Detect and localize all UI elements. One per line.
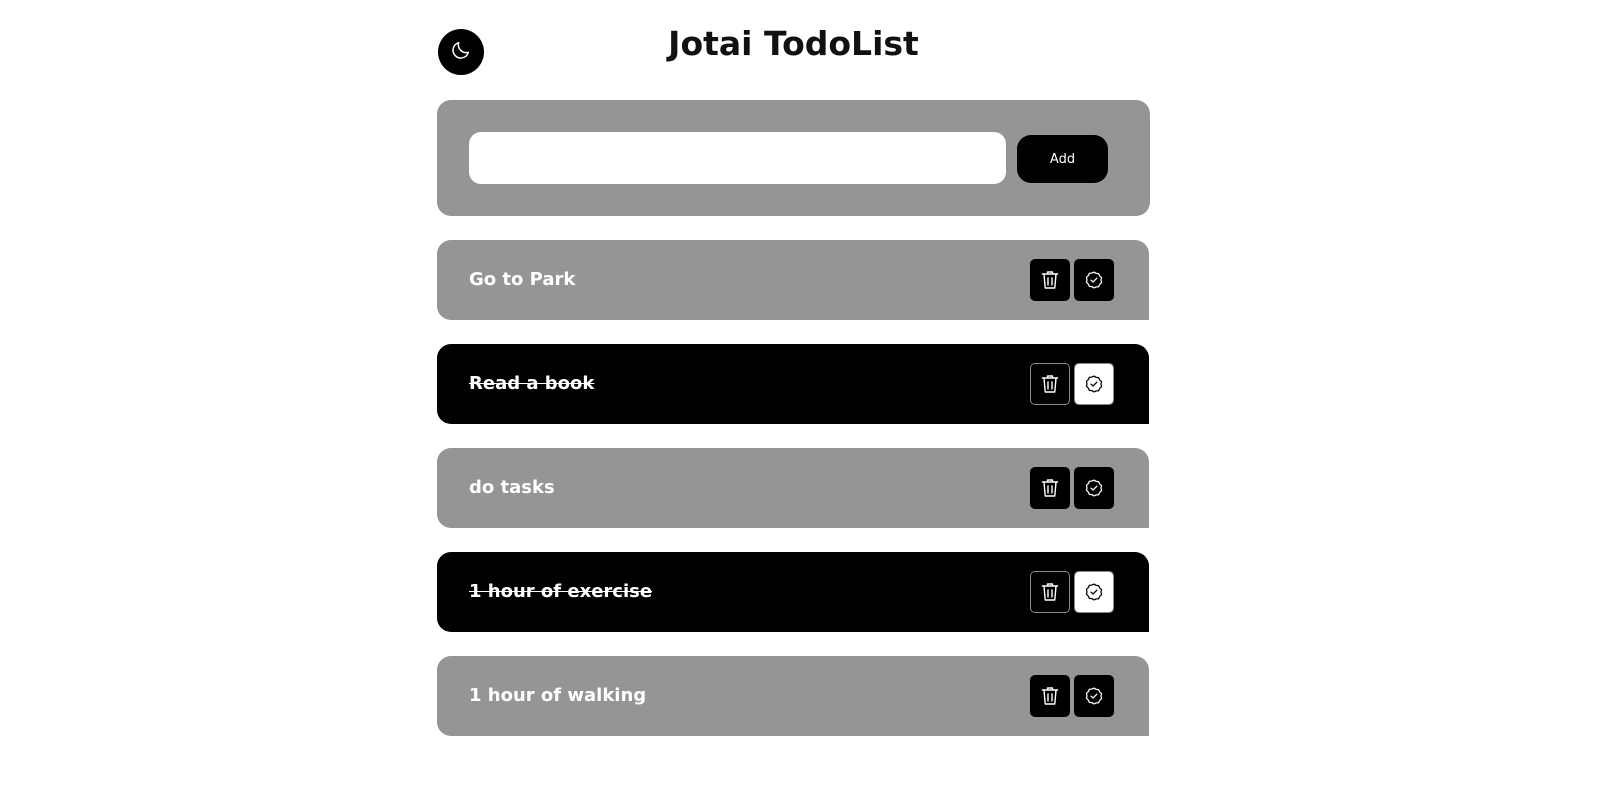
todo-item: 1 hour of walking (437, 656, 1149, 736)
complete-button[interactable] (1074, 675, 1114, 717)
todo-item: do tasks (437, 448, 1149, 528)
check-badge-icon (1084, 374, 1104, 394)
delete-button[interactable] (1030, 259, 1070, 301)
delete-button[interactable] (1030, 363, 1070, 405)
delete-button[interactable] (1030, 571, 1070, 613)
trash-icon (1041, 478, 1059, 498)
complete-button[interactable] (1074, 571, 1114, 613)
todo-item: 1 hour of exercise (437, 552, 1149, 632)
delete-button[interactable] (1030, 675, 1070, 717)
todo-input[interactable] (469, 132, 1006, 184)
check-badge-icon (1084, 686, 1104, 706)
complete-button[interactable] (1074, 259, 1114, 301)
delete-button[interactable] (1030, 467, 1070, 509)
check-badge-icon (1084, 270, 1104, 290)
trash-icon (1041, 270, 1059, 290)
check-badge-icon (1084, 478, 1104, 498)
check-badge-icon (1084, 582, 1104, 602)
complete-button[interactable] (1074, 363, 1114, 405)
todo-text: Go to Park (469, 269, 576, 290)
complete-button[interactable] (1074, 467, 1114, 509)
todo-app: Jotai TodoList Add Go to Park Read a boo… (437, 0, 1150, 736)
add-button[interactable]: Add (1017, 135, 1108, 183)
todo-text: 1 hour of exercise (469, 581, 653, 602)
todo-text: do tasks (469, 477, 555, 498)
trash-icon (1041, 582, 1059, 602)
todo-text: 1 hour of walking (469, 685, 647, 706)
todo-text: Read a book (469, 373, 595, 394)
todo-item: Read a book (437, 344, 1149, 424)
add-todo-panel: Add (437, 100, 1150, 216)
page-title: Jotai TodoList (668, 24, 919, 63)
trash-icon (1041, 374, 1059, 394)
todo-item: Go to Park (437, 240, 1149, 320)
header: Jotai TodoList (437, 0, 1150, 100)
trash-icon (1041, 686, 1059, 706)
